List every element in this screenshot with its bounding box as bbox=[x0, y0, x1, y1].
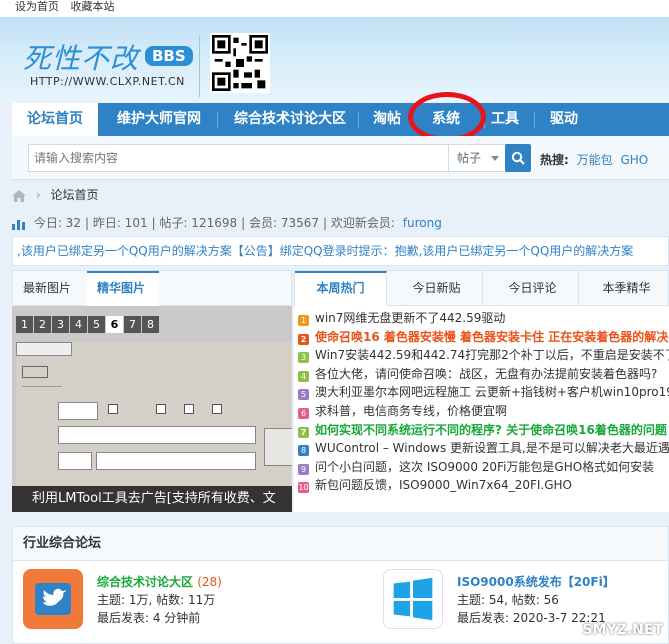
set-home-link[interactable]: 设为首页 bbox=[15, 0, 59, 13]
qr-code-icon bbox=[210, 33, 270, 93]
search-bar: 帖子 热搜: 万能包 GHO bbox=[12, 136, 669, 180]
slider-page[interactable]: 5 bbox=[88, 316, 105, 333]
announcement-bar[interactable]: ,该用户已绑定另一个QQ用户的解决方案【公告】绑定QQ登录时提示：抱歉,该用户已… bbox=[12, 236, 669, 266]
slider-page[interactable]: 1 bbox=[16, 316, 33, 333]
search-scope-value: 帖子 bbox=[457, 151, 482, 165]
site-header: 死性不改 BBS HTTP://WWW.CLXP.NET.CN bbox=[0, 17, 669, 102]
list-item[interactable]: 10 新包问题反馈，ISO9000_Win7x64_20FI.GHO bbox=[294, 476, 669, 495]
rank-2-icon: 2 bbox=[298, 333, 309, 345]
slider-caption[interactable]: 利用LMTool工具去广告[支持所有收费、文 bbox=[12, 486, 292, 512]
site-logo-title[interactable]: 死性不改 bbox=[23, 37, 139, 77]
forum-title[interactable]: ISO9000系统发布【20Fi】 bbox=[457, 573, 615, 590]
search-scope-select[interactable]: 帖子 bbox=[448, 144, 508, 172]
tab-season-featured[interactable]: 本季精华 bbox=[583, 271, 669, 305]
chevron-down-icon bbox=[491, 156, 499, 161]
forum-stats: 今日: 32 | 昨日: 101 | 帖子: 121698 | 会员: 73567 | … bbox=[12, 214, 446, 231]
stat-today: 今日: 32 bbox=[33, 216, 81, 230]
breadcrumb: › 论坛首页 bbox=[12, 186, 98, 206]
nav-item-tools[interactable]: 工具 bbox=[484, 103, 526, 136]
site-url: HTTP://WWW.CLXP.NET.CN bbox=[30, 75, 185, 88]
rank-7-icon: 7 bbox=[298, 426, 309, 438]
rank-8-icon: 8 bbox=[298, 445, 309, 457]
bar-chart-icon bbox=[12, 219, 25, 230]
nav-item-tech-discussion[interactable]: 综合技术讨论大区 bbox=[220, 103, 360, 136]
list-item[interactable]: 4 各位大佬，请问使命召唤：战区，无盘有办法提前安装着色器吗? bbox=[294, 365, 669, 384]
list-item[interactable]: 1 win7网维无盘更新不了442.59驱动 bbox=[294, 309, 669, 328]
chevron-right-icon: › bbox=[35, 188, 41, 202]
image-tabs: 最新图片 精华图片 bbox=[12, 270, 292, 306]
search-icon bbox=[511, 151, 525, 165]
forum-title[interactable]: 综合技术讨论大区 (28) bbox=[97, 573, 222, 590]
watermark: SMYZ.NET bbox=[582, 622, 663, 638]
nav-item-drivers[interactable]: 驱动 bbox=[540, 103, 588, 136]
hot-search-term[interactable]: 万能包 bbox=[577, 153, 613, 167]
windows-logo-icon[interactable] bbox=[383, 569, 443, 629]
rank-6-icon: 6 bbox=[298, 407, 309, 419]
nav-separator bbox=[358, 112, 359, 128]
slider-page[interactable]: 7 bbox=[124, 316, 141, 333]
slider-page[interactable]: 4 bbox=[70, 316, 87, 333]
tab-today-new[interactable]: 今日新贴 bbox=[391, 271, 483, 305]
hot-topic-list: 1 win7网维无盘更新不了442.59驱动 2 使命召唤16 着色器安装慢 着色器… bbox=[294, 306, 669, 512]
rank-5-icon: 5 bbox=[298, 389, 309, 401]
hot-search-label: 热搜: bbox=[540, 153, 569, 167]
new-member-link[interactable]: furong bbox=[403, 216, 442, 230]
tab-today-comments[interactable]: 今日评论 bbox=[487, 271, 579, 305]
slider-page[interactable]: 6 bbox=[106, 316, 123, 333]
stat-members: 会员: 73567 bbox=[248, 216, 320, 230]
bookmark-link[interactable]: 收藏本站 bbox=[71, 0, 115, 13]
red-highlight-circle bbox=[408, 92, 486, 142]
list-item[interactable]: 8 WUControl – Windows 更新设置工具,是不是可以解决老大最近遇 bbox=[294, 439, 669, 458]
industry-forums: 行业综合论坛 综合技术讨论大区 (28) 主题: 1万, 帖数: 11万 最后发… bbox=[12, 526, 669, 644]
rank-9-icon: 9 bbox=[298, 463, 309, 475]
rank-3-icon: 3 bbox=[298, 352, 309, 364]
twitter-bird-icon[interactable] bbox=[23, 569, 83, 629]
slider-pager: 12345678 bbox=[16, 316, 160, 333]
list-item[interactable]: 5 澳大利亚墨尔本网吧远程施工 云更新+指钱树+客户机win10pro19 bbox=[294, 383, 669, 402]
header-divider bbox=[199, 35, 200, 97]
rank-1-icon: 1 bbox=[298, 315, 309, 326]
stat-welcome: 欢迎新会员: bbox=[330, 216, 395, 230]
hot-topic-tabs: 本周热门 今日新贴 今日评论 本季精华 bbox=[294, 270, 669, 306]
slider-page[interactable]: 2 bbox=[34, 316, 51, 333]
hot-search: 热搜: 万能包 GHO bbox=[540, 151, 648, 168]
list-item[interactable]: 6 求科普，电信商务专线，价格便宜啊 bbox=[294, 402, 669, 421]
slider-page[interactable]: 3 bbox=[52, 316, 69, 333]
slide-picture bbox=[16, 342, 292, 492]
forum-last-post[interactable]: 最后发表: 4 分钟前 bbox=[97, 609, 200, 626]
slider-page[interactable]: 8 bbox=[142, 316, 159, 333]
tab-weekly-hot[interactable]: 本周热门 bbox=[295, 271, 387, 306]
image-slider[interactable]: 12345678 利用LMTool工具去广告[支持所有收费、文 bbox=[12, 306, 292, 512]
rank-10-icon: 10 bbox=[298, 482, 309, 494]
list-item[interactable]: 3 Win7安装442.59和442.74打完那2个补丁以后，不重启是安装不了 bbox=[294, 346, 669, 365]
nav-item-taotie[interactable]: 淘帖 bbox=[362, 103, 412, 136]
rank-4-icon: 4 bbox=[298, 370, 309, 382]
nav-item-master-site[interactable]: 维护大师官网 bbox=[104, 103, 214, 136]
site-logo-badge: BBS bbox=[145, 46, 193, 66]
list-item[interactable]: 7 如何实现不同系统运行不同的程序? 关于使命召唤16着色器的问题 bbox=[294, 421, 669, 440]
top-bar: 设为首页 收藏本站 bbox=[0, 0, 669, 17]
list-item[interactable]: 9 问个小白问题，这次 ISO9000 20Fi万能包是GHO格式如何安装 bbox=[294, 458, 669, 477]
list-item[interactable]: 2 使命召唤16 着色器安装慢 着色器安装卡住 正在安装着色器的解决 bbox=[294, 328, 669, 347]
tab-latest-images[interactable]: 最新图片 bbox=[13, 271, 85, 305]
forum-stats: 主题: 1万, 帖数: 11万 bbox=[97, 593, 216, 607]
nav-separator bbox=[217, 112, 218, 128]
main-nav: 论坛首页 维护大师官网 综合技术讨论大区 淘帖 系统 工具 驱动 bbox=[12, 103, 669, 136]
search-input[interactable] bbox=[28, 144, 448, 172]
breadcrumb-forum-home[interactable]: 论坛首页 bbox=[50, 188, 98, 202]
home-icon[interactable] bbox=[12, 189, 26, 202]
tab-featured-images[interactable]: 精华图片 bbox=[87, 271, 159, 306]
stat-posts: 帖子: 121698 bbox=[159, 216, 238, 230]
stat-yesterday: 昨日: 101 bbox=[92, 216, 148, 230]
section-title: 行业综合论坛 bbox=[13, 527, 668, 561]
nav-separator bbox=[534, 112, 535, 128]
hot-search-term[interactable]: GHO bbox=[620, 153, 648, 167]
forum-stats: 主题: 54, 帖数: 56 bbox=[457, 593, 559, 607]
search-button[interactable] bbox=[505, 144, 531, 172]
nav-item-forum-home[interactable]: 论坛首页 bbox=[12, 103, 98, 136]
